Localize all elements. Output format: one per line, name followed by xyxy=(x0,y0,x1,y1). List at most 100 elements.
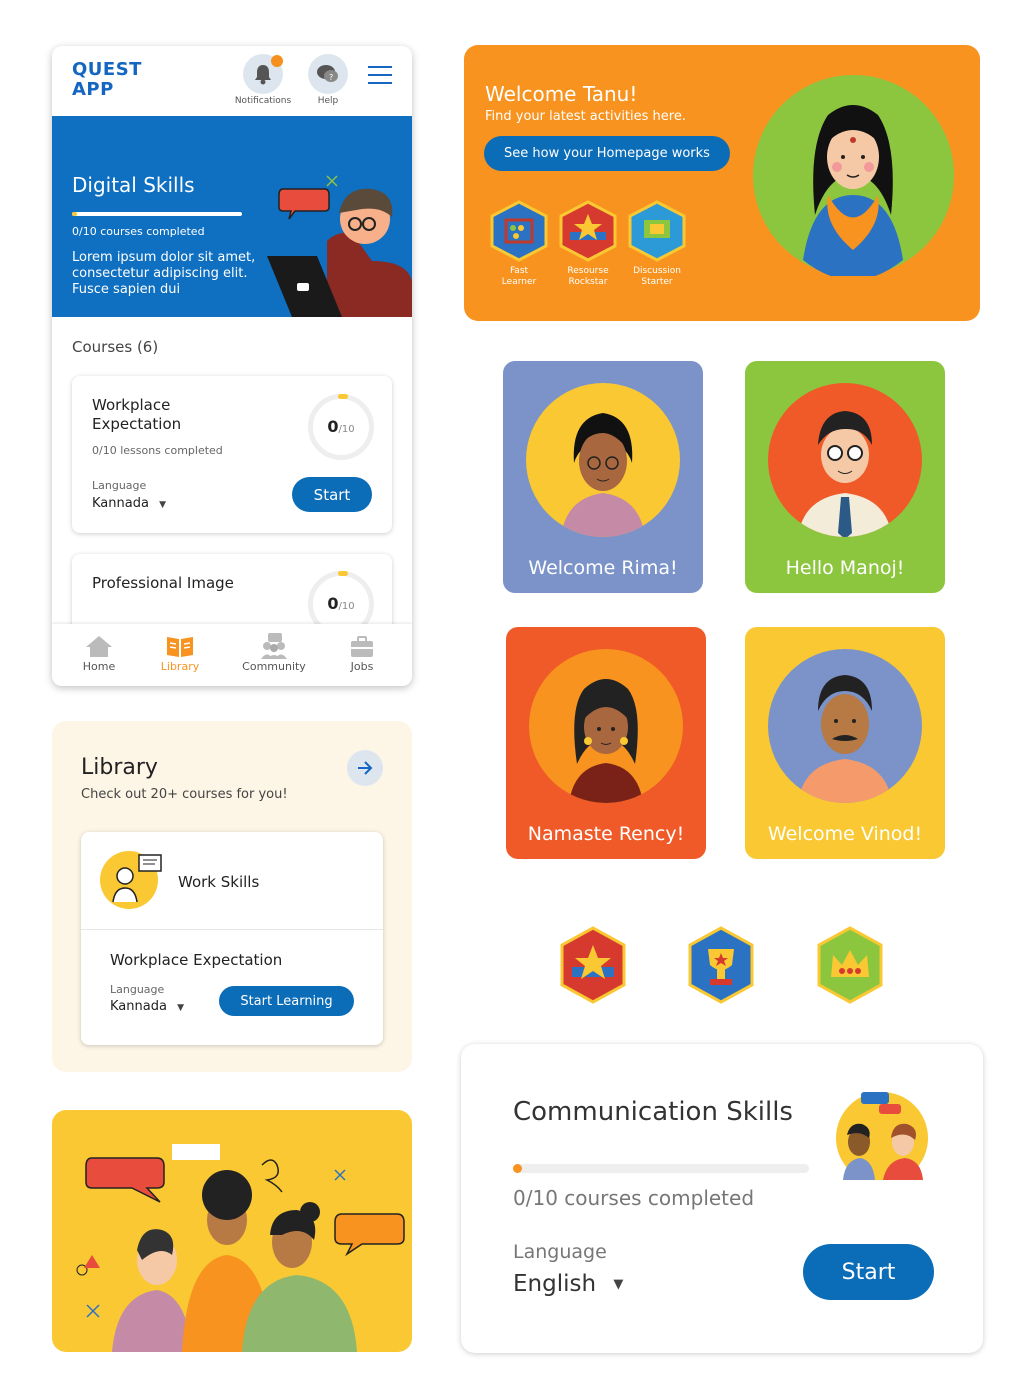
start-button[interactable]: Start xyxy=(803,1244,934,1300)
hero-desc-line: Lorem ipsum dolor sit amet, xyxy=(72,250,256,265)
comm-progress-text: 0/10 courses completed xyxy=(513,1186,755,1210)
badge-discussion-starter[interactable]: Discussion Starter xyxy=(622,200,692,288)
nav-community-label: Community xyxy=(242,660,306,673)
library-widget: Library Check out 20+ courses for you! W… xyxy=(52,721,412,1072)
communication-skills-card[interactable]: Communication Skills 0/10 courses comple… xyxy=(461,1044,983,1353)
app-logo[interactable]: QUEST APP xyxy=(72,60,142,100)
language-value: Kannada xyxy=(110,999,167,1014)
library-course-title: Workplace Expectation xyxy=(110,951,283,969)
digital-skills-hero[interactable]: Digital Skills 0/10 courses completed Lo… xyxy=(52,116,412,317)
community-illustration xyxy=(52,1110,412,1352)
ring-total: /10 xyxy=(338,424,355,435)
caret-down-icon: ▼ xyxy=(177,1003,184,1013)
course-title-line: Workplace xyxy=(92,396,171,414)
course-card-workplace[interactable]: Workplace Expectation 0/10 lessons compl… xyxy=(72,376,392,533)
language-select[interactable]: Kannada ▼ xyxy=(110,999,184,1014)
phone-screen: QUEST APP Notifications ? Help Digital S… xyxy=(52,46,412,686)
hello-manoj-tile[interactable]: Hello Manoj! xyxy=(745,361,945,593)
help-chat-icon: ? xyxy=(308,54,348,94)
language-label: Language xyxy=(110,983,165,996)
rima-avatar xyxy=(526,383,680,537)
hero-progress-bar xyxy=(72,212,242,216)
bottom-nav: Home Library Community Jobs xyxy=(52,624,412,686)
nav-community[interactable]: Community xyxy=(234,632,314,673)
progress-ring: 0/10 xyxy=(308,394,374,460)
homepage-tour-button[interactable]: See how your Homepage works xyxy=(484,136,730,171)
ring-value: 0 xyxy=(327,417,339,436)
language-label: Language xyxy=(92,479,147,492)
caret-down-icon: ▼ xyxy=(613,1277,624,1292)
badge-label: Starter xyxy=(641,277,673,287)
manoj-avatar xyxy=(768,383,922,537)
ring-total: /10 xyxy=(338,601,355,612)
tanu-avatar xyxy=(753,75,954,276)
welcome-card: Welcome Tanu! Find your latest activitie… xyxy=(464,45,980,321)
laptop-person-illustration xyxy=(267,175,412,317)
badge-label: Discussion xyxy=(633,266,681,276)
namaste-rency-tile[interactable]: Namaste Rency! xyxy=(506,627,706,859)
briefcase-icon xyxy=(322,632,402,660)
caret-down-icon: ▼ xyxy=(159,500,166,510)
home-icon xyxy=(59,632,139,660)
library-category: Work Skills xyxy=(178,873,260,891)
course-title: Professional Image xyxy=(92,574,234,592)
nav-jobs[interactable]: Jobs xyxy=(322,632,402,673)
comm-title: Communication Skills xyxy=(513,1097,793,1127)
welcome-subtitle: Find your latest activities here. xyxy=(485,109,686,124)
library-subtitle: Check out 20+ courses for you! xyxy=(81,787,288,802)
nav-library[interactable]: Library xyxy=(140,632,220,673)
book-icon xyxy=(140,632,220,660)
rency-avatar xyxy=(529,649,683,803)
crown-badge-icon xyxy=(817,926,883,1004)
arrow-right-icon[interactable] xyxy=(347,750,383,786)
tile-greeting: Hello Manoj! xyxy=(785,557,905,579)
notification-dot xyxy=(271,55,283,67)
support-agent-icon xyxy=(100,851,162,909)
help-label: Help xyxy=(317,96,339,106)
welcome-rima-tile[interactable]: Welcome Rima! xyxy=(503,361,703,593)
badge-label: Resourse xyxy=(567,266,609,276)
menu-icon[interactable] xyxy=(368,66,392,86)
star-badge-icon xyxy=(560,926,626,1004)
hero-progress-text: 0/10 courses completed xyxy=(72,225,205,238)
tile-greeting: Namaste Rency! xyxy=(527,823,685,845)
discussion-icon xyxy=(628,200,686,262)
badge-label: Learner xyxy=(501,277,537,287)
vinod-avatar xyxy=(768,649,922,803)
hero-title: Digital Skills xyxy=(72,173,195,197)
trophy-badge-icon xyxy=(688,926,754,1004)
library-course-card[interactable]: Work Skills Workplace Expectation Langua… xyxy=(81,832,383,1045)
conversation-avatar xyxy=(836,1092,928,1180)
badge-fast-learner[interactable]: Fast Learner xyxy=(484,200,554,288)
language-select[interactable]: Kannada ▼ xyxy=(92,496,166,511)
language-value: Kannada xyxy=(92,496,149,511)
language-select[interactable]: English ▼ xyxy=(513,1271,623,1297)
badge-resource-rockstar[interactable]: Resourse Rockstar xyxy=(553,200,623,288)
language-label: Language xyxy=(513,1241,607,1263)
logo-line1: QUEST xyxy=(72,59,142,80)
language-value: English xyxy=(513,1271,597,1297)
hero-description: Lorem ipsum dolor sit amet, consectetur … xyxy=(72,250,255,298)
community-icon xyxy=(234,632,314,660)
comm-progress-bar xyxy=(513,1164,809,1173)
start-button[interactable]: Start xyxy=(292,477,372,512)
tile-greeting: Welcome Vinod! xyxy=(767,823,923,845)
course-title-line: Expectation xyxy=(92,415,182,433)
lessons-text: 0/10 lessons completed xyxy=(92,444,223,457)
nav-jobs-label: Jobs xyxy=(350,660,374,673)
courses-heading: Courses (6) xyxy=(72,338,159,356)
start-learning-button[interactable]: Start Learning xyxy=(219,986,354,1016)
badge-label: Rockstar xyxy=(568,277,608,287)
hero-desc-line: consectetur adipiscing elit. xyxy=(72,266,248,281)
logo-line2: APP xyxy=(72,79,114,100)
welcome-vinod-tile[interactable]: Welcome Vinod! xyxy=(745,627,945,859)
hero-desc-line: Fusce sapien dui xyxy=(72,282,181,297)
star-icon xyxy=(559,200,617,262)
nav-library-label: Library xyxy=(160,660,200,673)
nav-home[interactable]: Home xyxy=(59,632,139,673)
tile-greeting: Welcome Rima! xyxy=(528,557,678,579)
welcome-title: Welcome Tanu! xyxy=(485,82,638,106)
library-title: Library xyxy=(81,755,158,780)
help-button[interactable]: ? Help xyxy=(288,54,368,106)
badge-label: Fast xyxy=(509,266,529,276)
